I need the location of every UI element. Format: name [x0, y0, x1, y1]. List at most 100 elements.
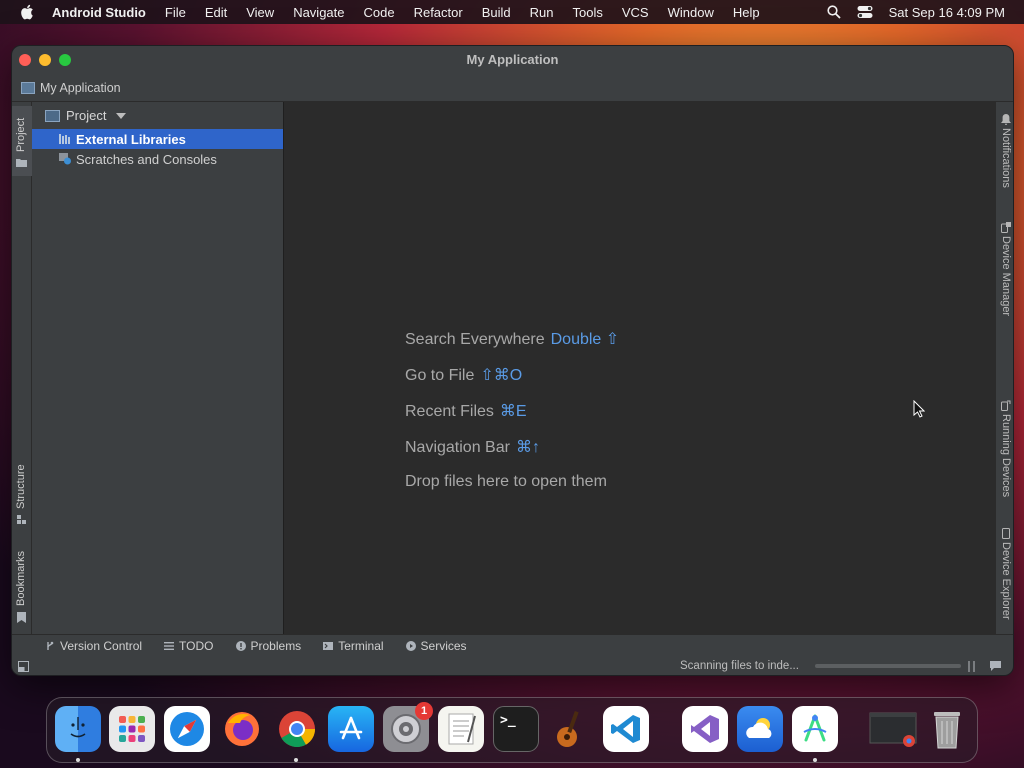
menu-tools[interactable]: Tools — [573, 5, 603, 20]
services-tab[interactable]: Services — [405, 639, 467, 653]
hint-shortcut: Double ⇧ — [550, 331, 620, 348]
device-manager-icon — [1001, 222, 1011, 233]
project-folder-icon — [21, 81, 35, 94]
dock-finder[interactable] — [55, 706, 101, 752]
dock-recent-window[interactable] — [868, 706, 920, 752]
menubar-status-area: Sat Sep 16 4:09 PM — [827, 0, 1024, 24]
chrome-icon — [279, 711, 315, 748]
navigation-bar: My Application — [12, 74, 1013, 102]
project-panel: Project External Libraries Scratches and… — [32, 102, 283, 634]
menubar-clock[interactable]: Sat Sep 16 4:09 PM — [889, 5, 1005, 20]
bookmarks-tool-label: Bookmarks — [15, 550, 27, 606]
terminal-prompt-icon: >_ — [500, 713, 516, 728]
menu-bar: Android Studio File Edit View Navigate C… — [0, 0, 1024, 24]
menu-view[interactable]: View — [246, 5, 274, 20]
menu-window[interactable]: Window — [668, 5, 714, 20]
bookmark-icon — [17, 612, 26, 623]
guitar-icon — [557, 710, 579, 747]
breadcrumb[interactable]: My Application — [40, 81, 121, 95]
dock-weather[interactable] — [737, 706, 783, 752]
bell-icon — [1001, 114, 1011, 125]
running-indicator — [76, 758, 80, 762]
feedback-icon[interactable] — [990, 661, 1001, 671]
dock-safari[interactable] — [164, 706, 210, 752]
trash-icon — [934, 712, 960, 749]
hint-shortcut: ⇧⌘O — [480, 367, 523, 384]
menu-file[interactable]: File — [165, 5, 186, 20]
list-icon — [164, 641, 175, 650]
pause-icon[interactable] — [968, 661, 976, 672]
bookmarks-tool-tab[interactable]: Bookmarks — [12, 542, 32, 626]
project-tool-label: Project — [15, 117, 27, 152]
hint-label: Go to File — [405, 367, 475, 384]
hint-search-everywhere: Search Everywhere Double ⇧ — [405, 329, 619, 349]
indexing-progress-bar[interactable] — [815, 664, 961, 668]
dock-launchpad[interactable] — [109, 706, 155, 752]
dock: 1 >_ — [46, 697, 978, 763]
project-tool-tab[interactable]: Project — [12, 106, 32, 176]
device-manager-tool-label: Device Manager — [1000, 236, 1012, 317]
tree-item-external-libraries[interactable]: External Libraries — [32, 129, 283, 149]
app-store-icon — [339, 716, 363, 740]
folder-icon — [16, 159, 27, 167]
menu-edit[interactable]: Edit — [205, 5, 227, 20]
editor-area[interactable]: Search Everywhere Double ⇧ Go to File ⇧⌘O … — [283, 102, 995, 634]
menu-vcs[interactable]: VCS — [622, 5, 649, 20]
apple-menu-icon[interactable] — [18, 3, 36, 21]
structure-icon — [17, 515, 26, 524]
dock-garageband[interactable] — [548, 706, 594, 752]
status-text[interactable]: Scanning files to inde... — [680, 660, 799, 672]
running-indicator — [813, 758, 817, 762]
app-name-menu[interactable]: Android Studio — [52, 5, 146, 20]
running-devices-tool-label: Running Devices — [1000, 414, 1012, 498]
android-studio-icon — [803, 714, 827, 742]
dock-android-studio[interactable] — [792, 706, 838, 752]
hint-go-to-file: Go to File ⇧⌘O — [405, 365, 522, 385]
todo-tab[interactable]: TODO — [164, 639, 214, 653]
dock-app-store[interactable] — [328, 706, 374, 752]
version-control-tab[interactable]: Version Control — [45, 639, 142, 653]
weather-icon — [746, 718, 772, 738]
dock-textedit[interactable] — [438, 706, 484, 752]
safari-compass-icon — [170, 712, 204, 746]
finder-icon — [70, 717, 86, 738]
tree-item-scratches[interactable]: Scratches and Consoles — [32, 149, 283, 169]
mouse-cursor-icon — [913, 400, 925, 418]
project-view-icon — [45, 109, 60, 122]
problems-tab[interactable]: Problems — [235, 639, 301, 653]
scratches-icon — [59, 153, 71, 165]
menu-help[interactable]: Help — [733, 5, 760, 20]
menu-run[interactable]: Run — [530, 5, 554, 20]
dock-firefox[interactable] — [219, 706, 265, 752]
menu-refactor[interactable]: Refactor — [414, 5, 463, 20]
hint-label: Recent Files — [405, 403, 494, 420]
structure-tool-tab[interactable]: Structure — [12, 457, 32, 527]
menu-navigate[interactable]: Navigate — [293, 5, 344, 20]
hint-label: Search Everywhere — [405, 331, 545, 348]
project-view-selector[interactable]: Project — [32, 102, 283, 129]
running-devices-tool-tab[interactable]: Running Devices — [996, 398, 1013, 504]
menu-build[interactable]: Build — [482, 5, 511, 20]
branch-icon — [47, 641, 54, 650]
device-explorer-tool-tab[interactable]: Device Explorer — [996, 526, 1013, 632]
dock-chrome[interactable] — [274, 706, 320, 752]
device-manager-tool-tab[interactable]: Device Manager — [996, 220, 1013, 324]
visual-studio-icon — [691, 715, 719, 743]
dock-vscode[interactable] — [603, 706, 649, 752]
control-center-icon[interactable] — [857, 5, 873, 19]
version-control-label: Version Control — [60, 638, 143, 653]
notifications-tool-tab[interactable]: Notifications — [996, 110, 1013, 198]
spotlight-search-icon[interactable] — [827, 5, 841, 19]
structure-tool-label: Structure — [15, 464, 27, 509]
toggle-tool-windows-icon[interactable] — [18, 661, 29, 672]
vscode-icon — [611, 715, 640, 743]
window-titlebar[interactable]: My Application — [12, 46, 1013, 74]
terminal-tab[interactable]: Terminal — [323, 639, 384, 653]
tree-item-label: Scratches and Consoles — [76, 151, 217, 167]
dock-visual-studio[interactable] — [682, 706, 728, 752]
dock-terminal[interactable]: >_ — [493, 706, 539, 752]
status-bar: Scanning files to inde... — [12, 656, 1013, 675]
dock-system-settings[interactable]: 1 — [383, 702, 433, 752]
menu-code[interactable]: Code — [364, 5, 395, 20]
dock-trash[interactable] — [924, 706, 970, 752]
